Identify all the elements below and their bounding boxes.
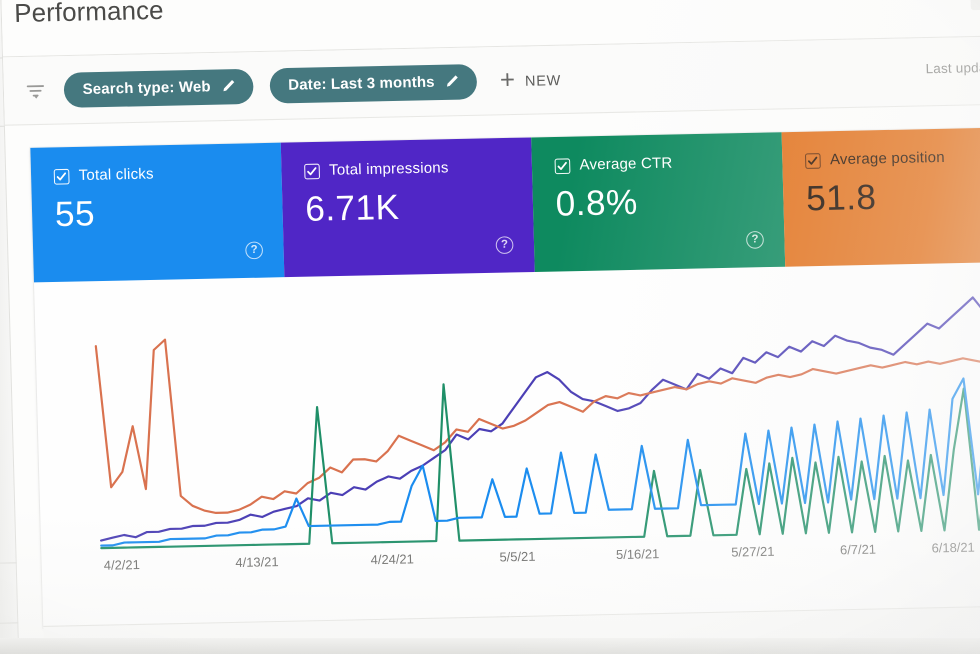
metric-label-total-clicks: Total clicks [78,166,154,185]
chart-svg [34,268,980,558]
metric-value-total-impressions: 6.71K [304,187,400,230]
last-updated-text: Last updated: 5 hour [925,58,980,77]
performance-card: Total clicks 55 ? Total impressions 6.71… [30,126,980,628]
chart-x-tick: 5/5/21 [499,549,536,565]
metric-card-total-impressions[interactable]: Total impressions 6.71K ? [280,137,535,278]
filter-chip-search-type[interactable]: Search type: Web [63,68,254,108]
metric-card-total-clicks[interactable]: Total clicks 55 ? [30,142,285,283]
chart-x-tick: 5/16/21 [615,546,660,563]
help-icon[interactable]: ? [745,230,765,249]
metric-value-average-ctr: 0.8% [555,182,639,224]
help-icon[interactable]: ? [245,241,264,260]
monitor-photo: Performance Search type: Web Date: Last … [0,0,980,654]
pencil-icon [445,71,462,92]
new-filter-label: NEW [524,71,562,89]
metric-value-total-clicks: 55 [54,194,96,235]
checkbox-total-impressions[interactable] [304,163,321,179]
metric-label-average-ctr: Average CTR [579,155,673,174]
metric-label-average-position: Average position [829,149,946,169]
help-icon[interactable]: ? [495,236,514,255]
chart-series-line [97,377,980,546]
metric-label-total-impressions: Total impressions [328,159,449,179]
metric-value-average-position: 51.8 [805,177,877,219]
checkbox-average-position[interactable] [804,152,821,169]
new-filter-button[interactable]: + NEW [499,65,562,95]
chart-x-tick: 6/18/21 [931,540,975,556]
chart-series-line [96,321,980,515]
pencil-icon [221,76,238,97]
chart-x-tick: 5/27/21 [731,544,775,560]
metric-cards: Total clicks 55 ? Total impressions 6.71… [30,126,980,283]
chart-x-tick: 6/7/21 [839,542,877,558]
filter-chip-search-type-label: Search type: Web [82,78,211,98]
performance-chart[interactable]: 4/2/21 4/13/21 4/24/21 5/5/21 5/16/21 5/27/21… [34,261,980,592]
filter-chip-date-label: Date: Last 3 months [288,73,435,94]
filter-icon[interactable] [22,77,50,104]
plus-icon: + [499,65,517,95]
filter-chip-date[interactable]: Date: Last 3 months [269,63,478,104]
checkbox-total-clicks[interactable] [53,168,70,185]
chart-x-tick: 4/2/21 [103,557,140,573]
monitor-bezel [0,638,980,654]
metric-card-average-position[interactable]: Average position 51.8 ? [781,126,980,267]
checkbox-average-ctr[interactable] [554,157,571,174]
metric-card-average-ctr[interactable]: Average CTR 0.8% ? [531,132,786,272]
chart-x-tick: 4/24/21 [370,551,415,568]
screen-content: Performance Search type: Web Date: Last … [0,0,980,654]
page-title: Performance [13,0,164,29]
export-button[interactable] [969,0,980,11]
chart-x-tick: 4/13/21 [235,554,279,571]
